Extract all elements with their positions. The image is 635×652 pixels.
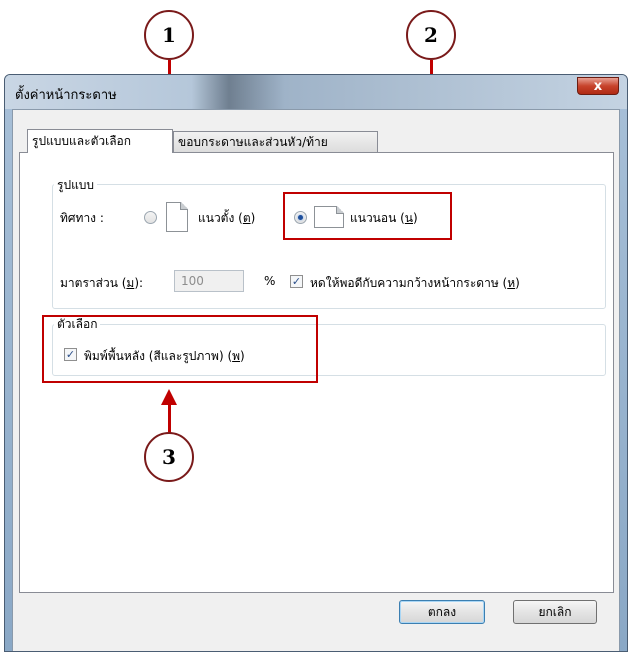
tab-margins-header-footer[interactable]: ขอบกระดาษและส่วนหัว/ท้าย (173, 131, 378, 152)
close-button[interactable]: x (577, 77, 619, 95)
ok-button[interactable]: ตกลง (399, 600, 485, 624)
portrait-label[interactable]: แนวตั้ง (ต) (198, 209, 255, 228)
options-highlight (42, 315, 318, 383)
shrink-to-fit-label[interactable]: หดให้พอดีกับความกว้างหน้ากระดาษ (ห) (310, 274, 520, 293)
orientation-label: ทิศทาง : (60, 211, 104, 225)
portrait-page-icon (166, 202, 188, 232)
scale-label: มาตราส่วน (ม): (60, 276, 144, 290)
close-icon: x (593, 78, 603, 94)
callout-3-arrow (168, 404, 171, 434)
format-group-legend: รูปแบบ (54, 176, 98, 195)
callout-3-arrowhead (161, 389, 177, 405)
callout-3: 3 (144, 432, 194, 482)
callout-2: 2 (406, 10, 456, 60)
tab-format-options[interactable]: รูปแบบและตัวเลือก (27, 129, 173, 153)
landscape-highlight (283, 192, 452, 240)
shrink-to-fit-checkbox[interactable]: ✓ (290, 275, 303, 288)
scale-input[interactable]: 100 (174, 270, 244, 292)
callout-1: 1 (144, 10, 194, 60)
percent-label: % (264, 274, 276, 288)
title-bar[interactable]: ตั้งค่าหน้ากระดาษ x (5, 75, 627, 109)
dialog-title: ตั้งค่าหน้ากระดาษ (15, 88, 117, 103)
cancel-button[interactable]: ยกเลิก (513, 600, 597, 624)
portrait-radio[interactable] (144, 211, 157, 224)
